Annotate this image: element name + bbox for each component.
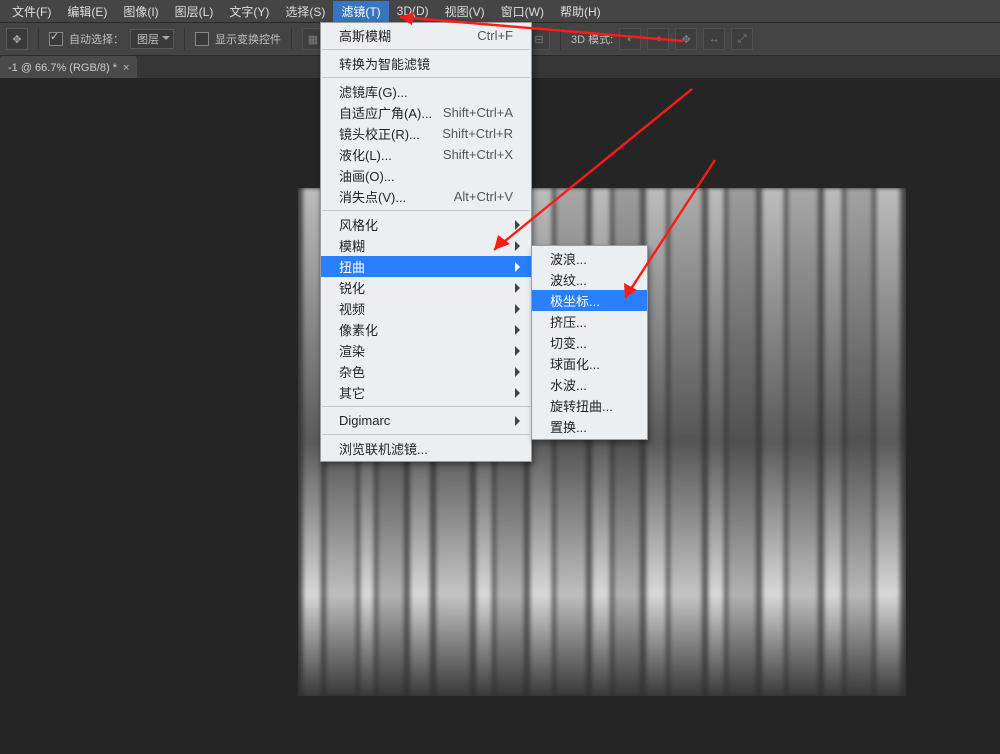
menu-item-置换...[interactable]: 置换... [532, 416, 647, 437]
move-tool-icon[interactable]: ✥ [6, 28, 28, 50]
menu-item-消失点(V)...[interactable]: 消失点(V)...Alt+Ctrl+V [321, 186, 531, 207]
menu-3D(D)[interactable]: 3D(D) [389, 2, 437, 20]
menu-选择(S)[interactable]: 选择(S) [277, 1, 333, 22]
menu-滤镜(T)[interactable]: 滤镜(T) [333, 1, 388, 22]
menu-item-模糊[interactable]: 模糊 [321, 235, 531, 256]
menu-item-像素化[interactable]: 像素化 [321, 319, 531, 340]
menu-编辑(E)[interactable]: 编辑(E) [59, 1, 115, 22]
menu-item-波纹...[interactable]: 波纹... [532, 269, 647, 290]
menu-item-球面化...[interactable]: 球面化... [532, 353, 647, 374]
menu-item-极坐标...[interactable]: 极坐标... [532, 290, 647, 311]
3d-orbit-icon[interactable]: ◐ [619, 28, 641, 50]
menu-item-镜头校正(R)...[interactable]: 镜头校正(R)...Shift+Ctrl+R [321, 123, 531, 144]
menu-item-Digimarc[interactable]: Digimarc [321, 410, 531, 431]
show-transform-label: 显示变换控件 [215, 31, 281, 47]
menu-图层(L)[interactable]: 图层(L) [167, 1, 222, 22]
menu-item-滤镜库(G)...[interactable]: 滤镜库(G)... [321, 81, 531, 102]
menu-文字(Y)[interactable]: 文字(Y) [221, 1, 277, 22]
menu-item-渲染[interactable]: 渲染 [321, 340, 531, 361]
menu-帮助(H)[interactable]: 帮助(H) [552, 1, 609, 22]
menu-item-油画(O)...[interactable]: 油画(O)... [321, 165, 531, 186]
menu-item-波浪...[interactable]: 波浪... [532, 248, 647, 269]
auto-select-dropdown[interactable]: 图层 [130, 29, 174, 49]
menu-item-杂色[interactable]: 杂色 [321, 361, 531, 382]
menu-窗口(W)[interactable]: 窗口(W) [493, 1, 552, 22]
menu-item-转换为智能滤镜[interactable]: 转换为智能滤镜 [321, 53, 531, 74]
menu-item-切变...[interactable]: 切变... [532, 332, 647, 353]
menu-item-锐化[interactable]: 锐化 [321, 277, 531, 298]
auto-select-checkbox[interactable] [49, 32, 63, 46]
menu-item-自适应广角(A)...[interactable]: 自适应广角(A)...Shift+Ctrl+A [321, 102, 531, 123]
menu-item-风格化[interactable]: 风格化 [321, 214, 531, 235]
menu-图像(I)[interactable]: 图像(I) [115, 1, 166, 22]
menu-bar: 文件(F)编辑(E)图像(I)图层(L)文字(Y)选择(S)滤镜(T)3D(D)… [0, 0, 1000, 23]
menu-item-其它[interactable]: 其它 [321, 382, 531, 403]
menu-item-旋转扭曲...[interactable]: 旋转扭曲... [532, 395, 647, 416]
menu-item-高斯模糊[interactable]: 高斯模糊Ctrl+F [321, 25, 531, 46]
show-transform-checkbox[interactable] [195, 32, 209, 46]
auto-select-label: 自动选择： [69, 31, 124, 47]
distort-submenu[interactable]: 波浪...波纹...极坐标...挤压...切变...球面化...水波...旋转扭… [531, 245, 648, 440]
document-tab[interactable]: -1 @ 66.7% (RGB/8) * × [0, 56, 137, 80]
menu-item-浏览联机滤镜...[interactable]: 浏览联机滤镜... [321, 438, 531, 459]
3d-scale-icon[interactable]: ⤢ [731, 28, 753, 50]
menu-item-扭曲[interactable]: 扭曲 [321, 256, 531, 277]
3d-pan-icon[interactable]: ✥ [675, 28, 697, 50]
menu-item-液化(L)...[interactable]: 液化(L)...Shift+Ctrl+X [321, 144, 531, 165]
3d-mode-label: 3D 模式: [571, 31, 613, 47]
filter-menu[interactable]: 高斯模糊Ctrl+F 转换为智能滤镜滤镜库(G)...自适应广角(A)...Shi… [320, 22, 532, 462]
3d-roll-icon[interactable]: ◑ [647, 28, 669, 50]
menu-item-挤压...[interactable]: 挤压... [532, 311, 647, 332]
menu-item-水波...[interactable]: 水波... [532, 374, 647, 395]
menu-视图(V)[interactable]: 视图(V) [437, 1, 493, 22]
menu-文件(F)[interactable]: 文件(F) [4, 1, 59, 22]
document-tab-title: -1 @ 66.7% (RGB/8) * [8, 62, 117, 74]
3d-slide-icon[interactable]: ↔ [703, 28, 725, 50]
close-icon[interactable]: × [123, 62, 129, 74]
menu-item-视频[interactable]: 视频 [321, 298, 531, 319]
